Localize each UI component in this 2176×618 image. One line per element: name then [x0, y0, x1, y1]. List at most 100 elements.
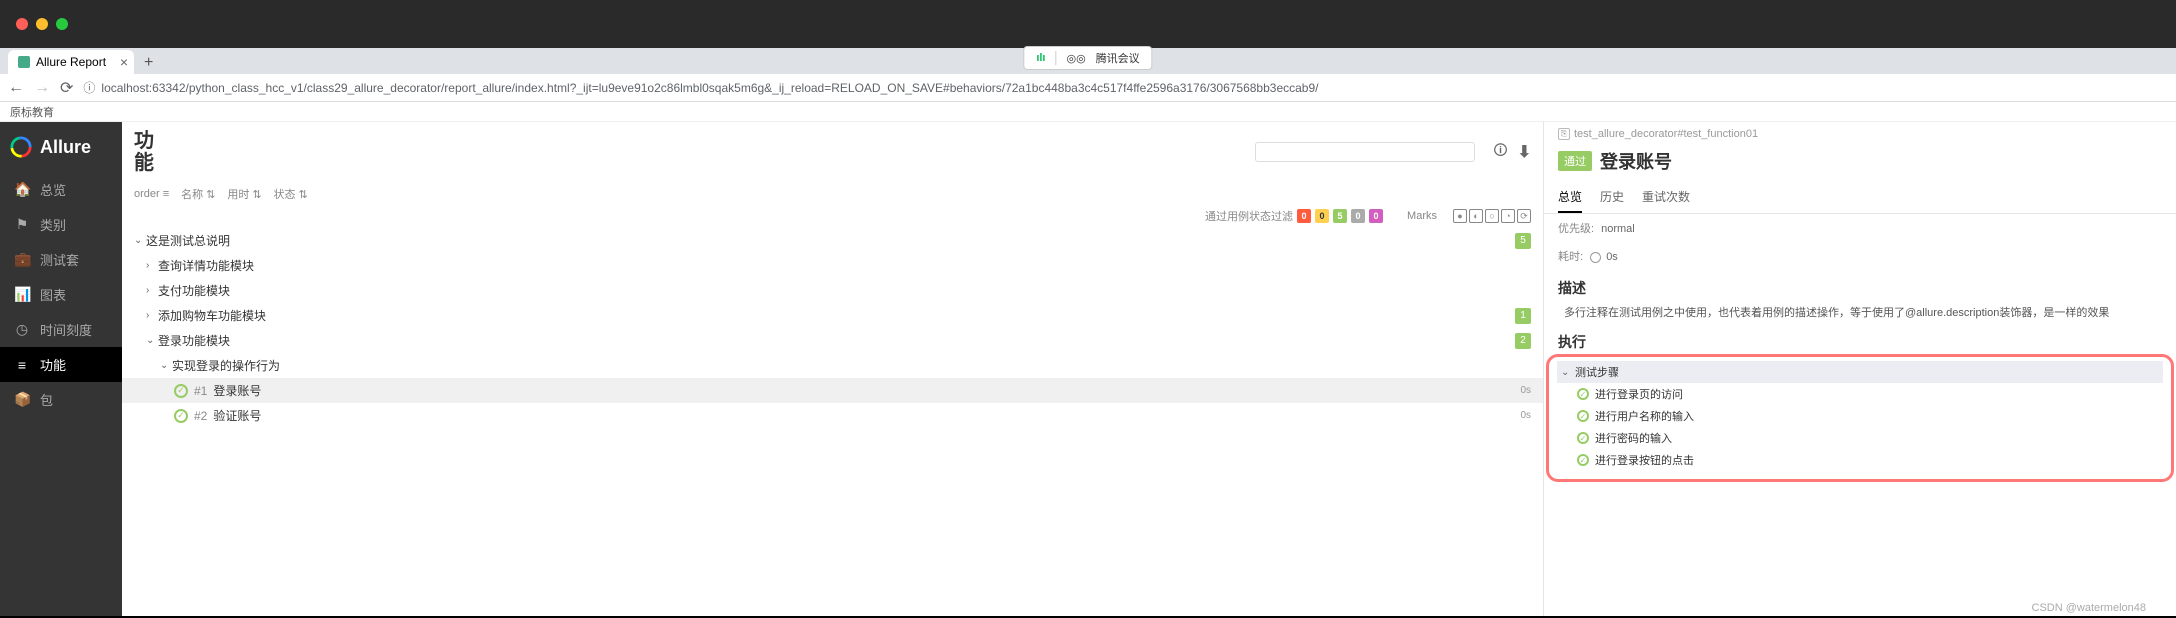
allure-app: Allure 🏠总览 ⚑类别 💼测试套 📊图表 ◷时间刻度 ≡功能 📦包 功能 … [0, 122, 2176, 616]
status-failed[interactable]: 0 [1297, 209, 1311, 223]
sort-icon: ⇅ [299, 188, 308, 201]
step-row[interactable]: 进行登录页的访问 [1557, 383, 2163, 405]
csv-icon[interactable]: 🛈 [1493, 140, 1507, 164]
tree-test-1[interactable]: #1 登录账号 0s [122, 378, 1543, 403]
new-tab-button[interactable]: + [134, 52, 163, 74]
sidebar-item-behaviors[interactable]: ≡功能 [0, 347, 122, 382]
tree-feature[interactable]: › 添加购物车功能模块 1 [122, 303, 1543, 328]
breadcrumb: ⎘ test_allure_decorator#test_function01 [1544, 126, 2176, 142]
clock-icon: ◷ [14, 321, 30, 338]
browser-tab-active[interactable]: Allure Report × [8, 50, 134, 74]
close-window-button[interactable] [16, 18, 28, 30]
sidebar-item-categories[interactable]: ⚑类别 [0, 207, 122, 242]
step-row[interactable]: 进行密码的输入 [1557, 427, 2163, 449]
mark-box[interactable]: ● [1453, 209, 1467, 223]
tree-test-2[interactable]: #2 验证账号 0s [122, 403, 1543, 428]
steps-parent[interactable]: ⌄ 测试步骤 [1557, 361, 2163, 383]
sidebar-item-label: 包 [40, 390, 53, 409]
test-tree: ⌄ 这是测试总说明 5 › 查询详情功能模块 › 支付功能模块 › 添加购物车功… [122, 228, 1543, 616]
count-badge: 5 [1515, 233, 1531, 249]
bookmark-item[interactable]: 原标教育 [10, 104, 54, 120]
chart-icon: 📊 [14, 286, 30, 303]
breadcrumb-text: test_allure_decorator#test_function01 [1574, 128, 1758, 140]
status-skipped[interactable]: 0 [1351, 209, 1365, 223]
logo-text: Allure [40, 137, 91, 158]
priority-row: 优先级: normal [1544, 214, 2176, 242]
forward-button[interactable]: → [34, 79, 50, 97]
sidebar-item-graphs[interactable]: 📊图表 [0, 277, 122, 312]
sort-icon: ⇅ [206, 188, 215, 201]
meeting-label: 腾讯会议 [1096, 50, 1140, 66]
execution-title: 执行 [1544, 324, 2176, 354]
watermark: CSDN @watermelon48 [2032, 602, 2147, 614]
header-actions: 🛈 ⬇ [1255, 140, 1531, 164]
reload-button[interactable]: ⟳ [60, 78, 73, 98]
bookmarks-bar: 原标教育 [0, 102, 2176, 122]
status-unknown[interactable]: 0 [1369, 209, 1383, 223]
tab-history[interactable]: 历史 [1600, 184, 1624, 213]
package-icon: 📦 [14, 391, 30, 408]
tree-feature-login[interactable]: ⌄ 登录功能模块 2 [122, 328, 1543, 353]
tree-label: 查询详情功能模块 [158, 257, 1531, 274]
tree-label: 验证账号 [213, 407, 1512, 424]
sort-status[interactable]: 状态 ⇅ [274, 186, 308, 202]
chevron-down-icon: ⌄ [160, 360, 170, 371]
logo-row[interactable]: Allure [0, 122, 122, 172]
mark-box[interactable]: ○ [1485, 209, 1499, 223]
tab-overview[interactable]: 总览 [1558, 184, 1582, 213]
sort-duration[interactable]: 用时 ⇅ [227, 186, 261, 202]
mark-box[interactable]: ⟳ [1517, 209, 1531, 223]
pass-icon [1577, 388, 1589, 400]
url-bar[interactable]: ⓘ localhost:63342/python_class_hcc_v1/cl… [83, 79, 2168, 96]
tab-title: Allure Report [36, 55, 106, 69]
sidebar-item-overview[interactable]: 🏠总览 [0, 172, 122, 207]
tree-feature[interactable]: › 查询详情功能模块 [122, 253, 1543, 278]
search-input[interactable] [1255, 142, 1475, 162]
minimize-window-button[interactable] [36, 18, 48, 30]
clock-icon [1590, 252, 1601, 263]
tab-retries[interactable]: 重试次数 [1642, 184, 1690, 213]
count-badge: 1 [1515, 308, 1531, 324]
tree-epic[interactable]: ⌄ 这是测试总说明 5 [122, 228, 1543, 253]
tab-favicon [18, 56, 30, 68]
link-icon[interactable]: ⎘ [1558, 128, 1570, 140]
mark-box[interactable]: ◐ [1469, 209, 1483, 223]
tree-story[interactable]: ⌄ 实现登录的操作行为 [122, 353, 1543, 378]
camera-icon: ◎◎ [1066, 52, 1085, 65]
step-row[interactable]: 进行登录按钮的点击 [1557, 449, 2163, 471]
status-passed[interactable]: 5 [1333, 209, 1347, 223]
tree-feature[interactable]: › 支付功能模块 [122, 278, 1543, 303]
browser-toolbar: ← → ⟳ ⓘ localhost:63342/python_class_hcc… [0, 74, 2176, 102]
back-button[interactable]: ← [8, 79, 24, 97]
test-duration: 0s [1520, 410, 1531, 421]
close-tab-icon[interactable]: × [120, 54, 128, 70]
count-badge: 2 [1515, 333, 1531, 349]
home-icon: 🏠 [14, 181, 30, 198]
sidebar-item-packages[interactable]: 📦包 [0, 382, 122, 417]
chevron-right-icon: › [146, 310, 156, 321]
flag-icon: ⚑ [14, 216, 30, 233]
sort-order[interactable]: order ≡ [134, 188, 169, 200]
sidebar-item-suites[interactable]: 💼测试套 [0, 242, 122, 277]
step-row[interactable]: 进行用户名称的输入 [1557, 405, 2163, 427]
step-label: 进行密码的输入 [1595, 430, 1672, 446]
step-label: 进行用户名称的输入 [1595, 408, 1694, 424]
test-number: #2 [194, 409, 207, 423]
step-label: 进行登录按钮的点击 [1595, 452, 1694, 468]
filter-label: 通过用例状态过滤 [1205, 208, 1293, 224]
sidebar-item-label: 时间刻度 [40, 320, 92, 339]
chevron-right-icon: › [146, 285, 156, 296]
mark-box[interactable]: ◔ [1501, 209, 1515, 223]
test-title: 登录账号 [1600, 148, 1672, 174]
status-broken[interactable]: 0 [1315, 209, 1329, 223]
sort-name[interactable]: 名称 ⇅ [181, 186, 215, 202]
maximize-window-button[interactable] [56, 18, 68, 30]
priority-label: 优先级: [1558, 223, 1594, 235]
meeting-overlay[interactable]: ılı ◎◎ 腾讯会议 [1023, 46, 1152, 70]
priority-value: normal [1601, 223, 1635, 235]
sidebar-item-timeline[interactable]: ◷ 时间刻度 [0, 312, 122, 347]
signal-icon: ılı [1036, 52, 1045, 64]
sort-row: order ≡ 名称 ⇅ 用时 ⇅ 状态 ⇅ [122, 182, 1543, 206]
browser-tab-strip: Allure Report × + ılı ◎◎ 腾讯会议 [0, 48, 2176, 74]
download-icon[interactable]: ⬇ [1518, 142, 1531, 162]
